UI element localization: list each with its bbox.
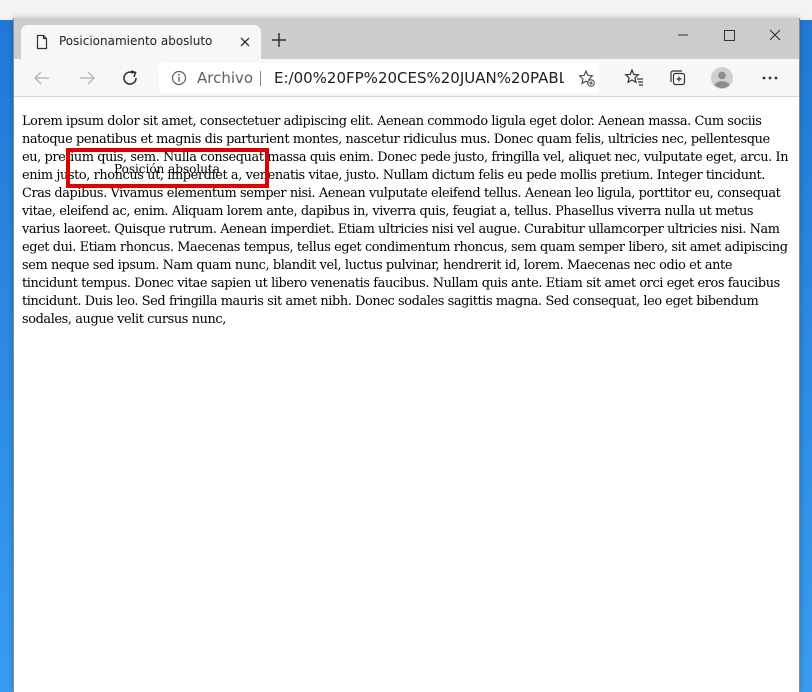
browser-window: Posicionamiento abosluto Archivo E:/00%2… — [13, 18, 800, 692]
page-icon — [34, 34, 50, 50]
arrow-left-icon[interactable] — [31, 67, 53, 89]
window-close-icon[interactable] — [752, 22, 798, 48]
arrow-right-icon[interactable] — [76, 67, 98, 89]
lorem-paragraph: Lorem ipsum dolor sit amet, consectetuer… — [22, 114, 789, 327]
info-icon[interactable] — [171, 70, 187, 86]
minimize-icon[interactable] — [660, 22, 706, 48]
tab-posicionamiento[interactable]: Posicionamiento abosluto — [21, 25, 261, 59]
absolute-position-label: Posición absoluta — [114, 162, 220, 176]
address-bar[interactable]: Archivo E:/00%20FP%20CES%20JUAN%20PABL..… — [159, 63, 599, 93]
address-divider — [260, 71, 261, 86]
scheme-label: Archivo — [197, 69, 254, 87]
close-icon[interactable] — [237, 34, 253, 50]
ellipsis-icon[interactable] — [759, 67, 781, 89]
url-text[interactable]: E:/00%20FP%20CES%20JUAN%20PABL... — [274, 69, 564, 87]
browser-toolbar: Archivo E:/00%20FP%20CES%20JUAN%20PABL..… — [14, 59, 799, 97]
desktop-background — [0, 0, 812, 20]
collections-icon[interactable] — [667, 67, 689, 89]
tab-strip: Posicionamiento abosluto — [14, 18, 799, 59]
absolute-position-box: Posición absoluta — [66, 148, 269, 188]
avatar[interactable] — [711, 67, 733, 89]
favorites-icon[interactable] — [623, 67, 645, 89]
plus-icon[interactable] — [269, 30, 289, 50]
maximize-icon[interactable] — [706, 22, 752, 48]
tab-title: Posicionamiento abosluto — [59, 34, 213, 48]
page-content: Lorem ipsum dolor sit amet, consectetuer… — [14, 97, 799, 692]
star-add-icon[interactable] — [577, 69, 595, 87]
refresh-icon[interactable] — [119, 67, 141, 89]
